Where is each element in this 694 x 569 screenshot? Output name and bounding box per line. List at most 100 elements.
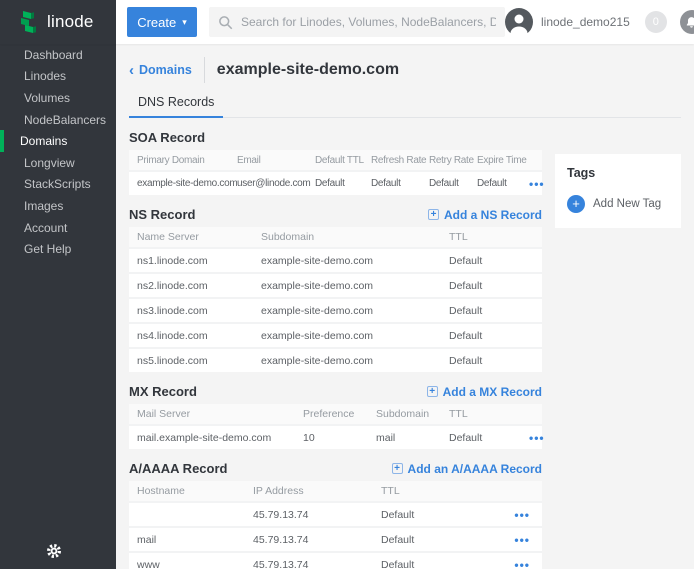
column-header: Subdomain (261, 231, 449, 243)
column-header: Refresh Rate (371, 155, 429, 166)
record-table: Primary DomainEmailDefault TTLRefresh Ra… (129, 150, 542, 195)
section-header: SOA Record (129, 127, 542, 148)
table-cell: ns4.linode.com (137, 330, 261, 342)
column-header: Preference (303, 408, 376, 420)
table-row: ns3.linode.comexample-site-demo.comDefau… (129, 297, 542, 322)
table-cell: ns1.linode.com (137, 255, 261, 267)
table-header-row: HostnameIP AddressTTL (129, 481, 542, 501)
gear-icon (46, 543, 62, 559)
notification-count: 0 (653, 16, 659, 28)
sidebar-item-account[interactable]: Account (0, 217, 116, 239)
column-header: TTL (381, 485, 511, 497)
sidebar-item-longview[interactable]: Longview (0, 152, 116, 174)
search-input[interactable] (241, 15, 496, 29)
table-row: mail45.79.13.74Default••• (129, 526, 542, 551)
page-title: example-site-demo.com (217, 61, 399, 79)
record-sections: SOA RecordPrimary DomainEmailDefault TTL… (129, 118, 542, 569)
sidebar-item-linodes[interactable]: Linodes (0, 66, 116, 88)
table-cell: ns2.linode.com (137, 280, 261, 292)
table-row: example-site-demo.comuser@linode.comDefa… (129, 170, 542, 195)
main-content: ‹ Domains example-site-demo.com DNS Reco… (116, 44, 694, 569)
table-cell: 45.79.13.74 (253, 534, 381, 546)
create-button-label: Create (137, 15, 176, 30)
table-cell: Default (449, 255, 549, 267)
table-row: ns5.linode.comexample-site-demo.comDefau… (129, 347, 542, 372)
add-square-plus-icon: + (428, 209, 439, 220)
row-actions-menu[interactable]: ••• (529, 177, 549, 191)
table-row: 45.79.13.74Default••• (129, 501, 542, 526)
column-header: TTL (449, 231, 549, 243)
table-row: mail.example-site-demo.com10mailDefault•… (129, 424, 542, 449)
table-cell: example-site-demo.com (261, 280, 449, 292)
sidebar: DashboardLinodesVolumesNodeBalancersDoma… (0, 44, 116, 569)
search-bar[interactable] (209, 7, 505, 37)
bell-icon (685, 16, 694, 29)
notifications-button[interactable] (680, 10, 694, 34)
sidebar-item-stackscripts[interactable]: StackScripts (0, 174, 116, 196)
sidebar-item-volumes[interactable]: Volumes (0, 87, 116, 109)
breadcrumb-back-link[interactable]: ‹ Domains (129, 63, 192, 78)
row-actions-menu[interactable]: ••• (514, 558, 534, 569)
add-record-label: Add an A/AAAA Record (408, 462, 542, 476)
table-cell: 10 (303, 432, 376, 444)
sidebar-item-dashboard[interactable]: Dashboard (0, 44, 116, 66)
table-cell: example-site-demo.com (137, 178, 237, 189)
linode-logo[interactable]: linode (0, 0, 116, 44)
section-title: NS Record (129, 207, 195, 222)
table-cell: example-site-demo.com (261, 305, 449, 317)
column-header: Email (237, 155, 315, 166)
breadcrumb-divider (204, 57, 205, 83)
row-actions-menu[interactable]: ••• (514, 533, 534, 547)
column-header: Subdomain (376, 408, 449, 420)
user-menu[interactable]: linode_demo215 (505, 8, 630, 36)
section-soa-record: SOA RecordPrimary DomainEmailDefault TTL… (129, 127, 542, 195)
section-a-aaaa-record: A/AAAA Record+Add an A/AAAA RecordHostna… (129, 458, 542, 569)
top-header: linode Create ▾ (0, 0, 694, 44)
table-cell: 45.79.13.74 (253, 559, 381, 569)
username: linode_demo215 (541, 15, 630, 29)
table-cell: Default (381, 534, 511, 546)
add-record-link-mx-record[interactable]: +Add a MX Record (427, 385, 542, 399)
add-new-tag-button[interactable]: + Add New Tag (567, 195, 669, 213)
table-cell: Default (449, 330, 549, 342)
linode-logo-icon (20, 10, 40, 34)
settings-gear-button[interactable] (46, 543, 62, 559)
table-cell: 45.79.13.74 (253, 509, 381, 521)
table-cell: Default (449, 355, 549, 367)
section-title: MX Record (129, 384, 197, 399)
add-record-link-ns-record[interactable]: +Add a NS Record (428, 208, 542, 222)
logo-text: linode (47, 12, 94, 32)
column-header: IP Address (253, 485, 381, 497)
sidebar-item-images[interactable]: Images (0, 195, 116, 217)
row-actions-menu[interactable]: ••• (529, 431, 549, 445)
table-row: ns2.linode.comexample-site-demo.comDefau… (129, 272, 542, 297)
breadcrumb: ‹ Domains example-site-demo.com (129, 57, 681, 83)
add-record-link-a-aaaa-record[interactable]: +Add an A/AAAA Record (392, 462, 542, 476)
sidebar-item-nodebalancers[interactable]: NodeBalancers (0, 109, 116, 131)
column-header: Retry Rate (429, 155, 477, 166)
table-cell: ns5.linode.com (137, 355, 261, 367)
create-button[interactable]: Create ▾ (127, 7, 197, 37)
search-icon (218, 15, 233, 30)
table-cell: example-site-demo.com (261, 355, 449, 367)
chevron-down-icon: ▾ (182, 18, 187, 27)
sidebar-item-get-help[interactable]: Get Help (0, 238, 116, 260)
notification-count-badge[interactable]: 0 (645, 11, 667, 33)
table-header-row: Mail ServerPreferenceSubdomainTTL (129, 404, 542, 424)
section-header: MX Record +Add a MX Record (129, 381, 542, 402)
add-new-tag-label: Add New Tag (593, 198, 661, 210)
table-cell: Default (449, 305, 549, 317)
topbar: Create ▾ linode (116, 0, 694, 44)
column-header: TTL (449, 408, 529, 420)
breadcrumb-back-label: Domains (139, 63, 192, 77)
table-cell: Default (381, 559, 511, 569)
sidebar-item-domains[interactable]: Domains (0, 130, 116, 152)
add-square-plus-icon: + (427, 386, 438, 397)
record-table: HostnameIP AddressTTL45.79.13.74Default•… (129, 481, 542, 569)
table-cell: Default (371, 178, 429, 189)
tab-dns-records[interactable]: DNS Records (129, 89, 223, 118)
table-cell: www (137, 559, 253, 569)
row-actions-menu[interactable]: ••• (514, 508, 534, 522)
section-ns-record: NS Record+Add a NS RecordName ServerSubd… (129, 204, 542, 372)
chevron-left-icon: ‹ (129, 63, 134, 78)
